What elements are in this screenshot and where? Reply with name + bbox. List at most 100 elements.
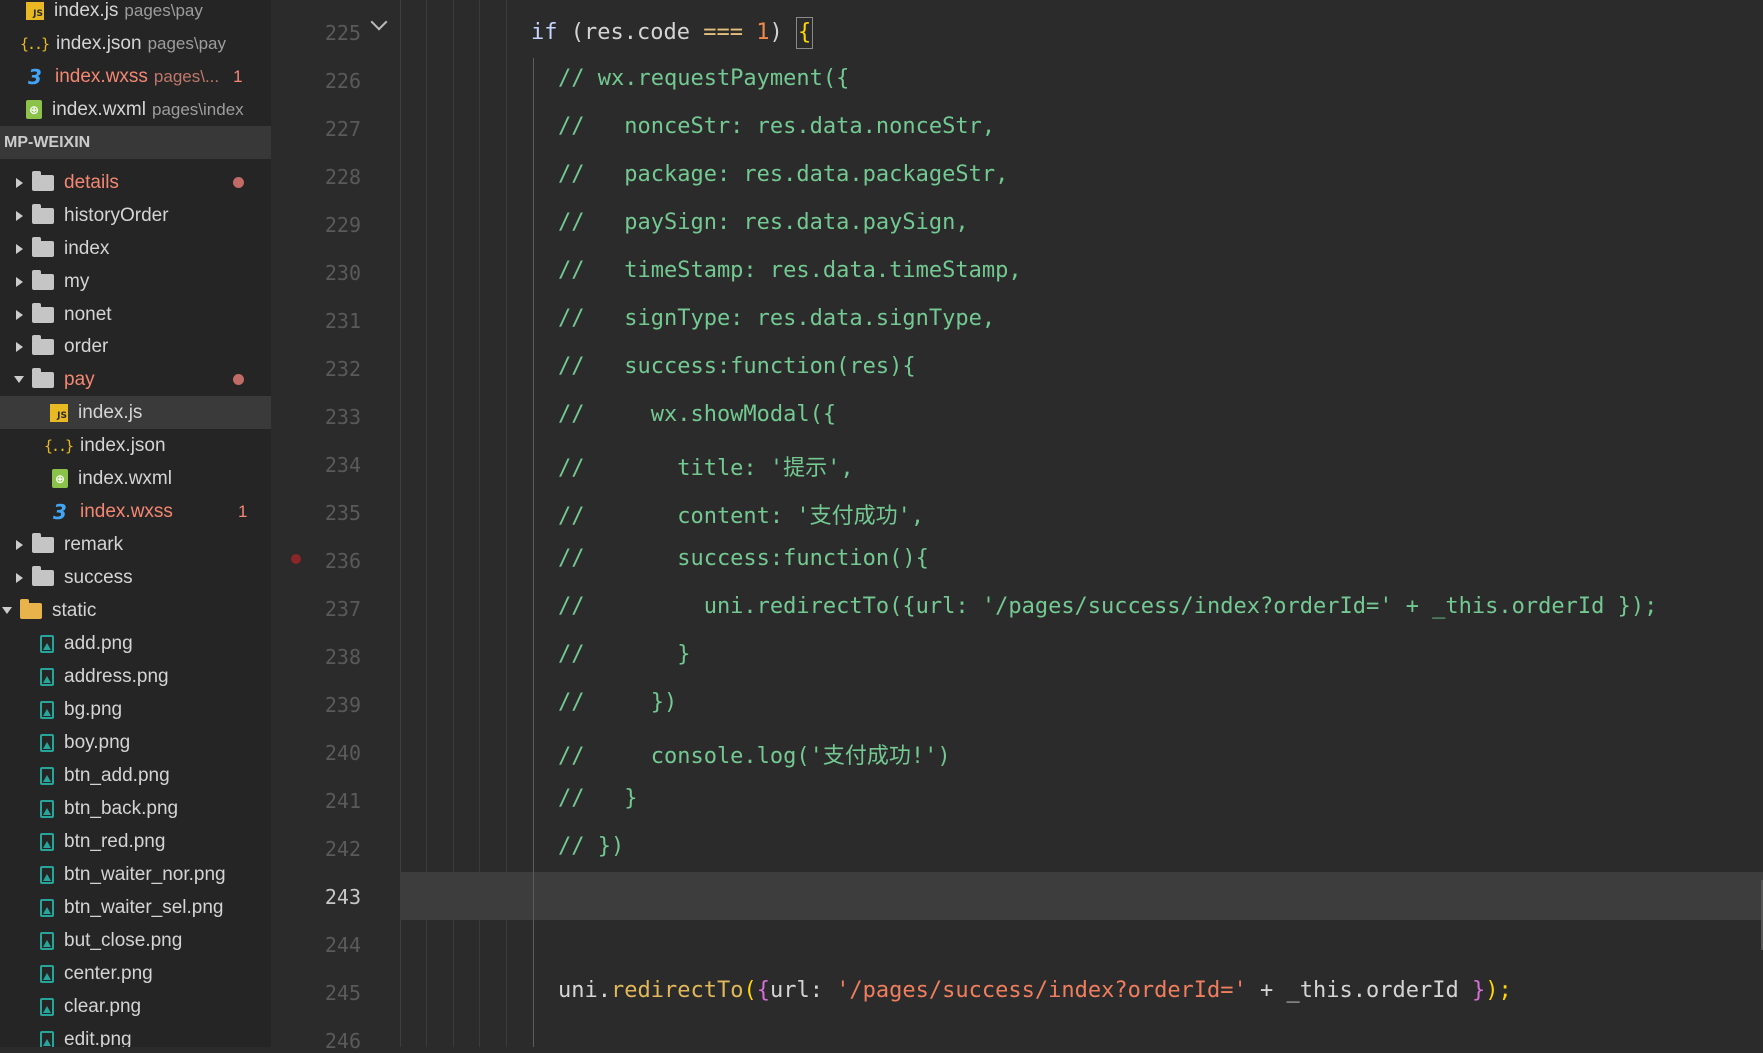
folder-label: success	[64, 566, 133, 588]
file-static[interactable]: address.png	[0, 660, 271, 693]
line-number: 230	[324, 261, 361, 285]
file-static[interactable]: btn_waiter_nor.png	[0, 858, 271, 891]
line-number: 244	[324, 933, 361, 957]
folder-index[interactable]: index	[0, 232, 271, 265]
chevron-down-icon	[14, 376, 24, 383]
line-number: 229	[324, 213, 361, 237]
open-editor-name: index.wxss	[55, 65, 148, 87]
file-pay-index-wxss[interactable]: 3 index.wxss 1	[0, 495, 271, 528]
problem-count-badge: 1	[233, 66, 243, 86]
line-number: 236	[324, 549, 361, 573]
modified-dot	[233, 374, 244, 385]
code-token: .	[597, 978, 611, 1003]
image-file-icon	[40, 898, 54, 917]
js-icon: JS	[50, 403, 68, 422]
open-editor-index-wxml[interactable]: ⊕ index.wxml pages\index	[0, 93, 271, 126]
line-number: 246	[324, 1029, 361, 1053]
file-pay-index-js[interactable]: JS index.js	[0, 396, 271, 429]
json-icon: {..}	[43, 436, 74, 455]
folder-order[interactable]: order	[0, 330, 271, 363]
file-static[interactable]: center.png	[0, 957, 271, 990]
open-editor-desc: pages\pay	[147, 33, 227, 53]
modified-dot	[233, 177, 244, 188]
folder-historyorder[interactable]: historyOrder	[0, 199, 271, 232]
chevron-right-icon	[15, 539, 23, 550]
folder-icon	[32, 532, 54, 553]
open-editor-index-json[interactable]: {..} index.json pages\pay	[0, 27, 271, 60]
explorer-section-header[interactable]: MP-WEIXIN	[0, 126, 271, 159]
image-file-icon	[40, 1030, 54, 1047]
code-comment: // wx.showModal({	[558, 402, 837, 427]
line-number: 225	[324, 21, 361, 45]
code-comment: // success:function(){	[558, 546, 929, 571]
file-static[interactable]: boy.png	[0, 726, 271, 759]
file-pay-index-json[interactable]: {..} index.json	[0, 429, 271, 462]
folder-my[interactable]: my	[0, 265, 271, 298]
folder-static[interactable]: static	[0, 594, 271, 627]
code-comment: // signType: res.data.signType,	[558, 306, 996, 331]
js-icon: JS	[26, 1, 44, 20]
file-label: boy.png	[64, 731, 131, 753]
folder-open-icon	[20, 598, 42, 619]
folder-success[interactable]: success	[0, 561, 271, 594]
open-editor-name: index.json	[56, 32, 142, 54]
folder-label: static	[52, 599, 97, 621]
folder-nonet[interactable]: nonet	[0, 298, 271, 331]
code-comment: // wx.requestPayment({	[558, 66, 850, 91]
chevron-down-icon	[2, 607, 12, 614]
code-bracket: {	[756, 978, 770, 1003]
file-pay-index-wxml[interactable]: ⊕ index.wxml	[0, 462, 271, 495]
folder-label: historyOrder	[64, 204, 169, 226]
folder-icon	[32, 302, 54, 323]
line-number: 238	[324, 645, 361, 669]
line-number: 232	[324, 357, 361, 381]
image-file-icon	[40, 964, 54, 983]
code-comment: // }	[558, 642, 691, 667]
current-line-highlight	[401, 872, 1763, 920]
breakpoint-icon[interactable]	[291, 554, 301, 564]
code-token: )	[769, 20, 796, 45]
file-label: address.png	[64, 665, 169, 687]
folder-pay[interactable]: pay	[0, 363, 271, 396]
file-static[interactable]: clear.png	[0, 990, 271, 1023]
chevron-down-icon[interactable]	[370, 13, 388, 31]
line-number: 228	[324, 165, 361, 189]
wxml-icon: ⊕	[26, 100, 42, 119]
css-icon: 3	[53, 499, 67, 524]
code-operator: ===	[689, 20, 757, 45]
folder-remark[interactable]: remark	[0, 528, 271, 561]
file-label: btn_waiter_sel.png	[64, 896, 224, 918]
code-comment: // })	[558, 834, 625, 859]
explorer-sidebar: JS index.js pages\pay {..} index.json pa…	[0, 0, 271, 1047]
file-static[interactable]: edit.png	[0, 1023, 271, 1047]
code-comment: // package: res.data.packageStr,	[558, 162, 1009, 187]
file-static[interactable]: but_close.png	[0, 924, 271, 957]
chevron-right-icon	[15, 210, 23, 221]
image-file-icon	[40, 865, 54, 884]
file-label: clear.png	[64, 995, 142, 1017]
line-number: 227	[324, 117, 361, 141]
folder-details[interactable]: details	[0, 166, 271, 199]
code-comment: // timeStamp: res.data.timeStamp,	[558, 258, 1022, 283]
code-comment: // }	[558, 786, 638, 811]
line-number-gutter[interactable]: 225 226 227 228 229 230 231 232 233 234 …	[271, 0, 400, 1053]
file-static[interactable]: btn_waiter_sel.png	[0, 891, 271, 924]
open-editor-index-wxss[interactable]: 3 index.wxss pages\... 1	[0, 60, 271, 93]
editor-window: JS index.js pages\pay {..} index.json pa…	[0, 0, 1763, 1053]
folder-label: order	[64, 335, 109, 357]
file-static[interactable]: btn_red.png	[0, 825, 271, 858]
file-static[interactable]: btn_add.png	[0, 759, 271, 792]
matched-brace: {	[795, 17, 814, 49]
keyword-if: if	[531, 20, 558, 45]
folder-label: nonet	[64, 303, 112, 325]
file-label: index.json	[80, 434, 166, 456]
file-static[interactable]: bg.png	[0, 693, 271, 726]
open-editor-index-js[interactable]: JS index.js pages\pay	[0, 0, 271, 27]
folder-label: my	[64, 270, 90, 292]
file-static[interactable]: add.png	[0, 627, 271, 660]
file-static[interactable]: btn_back.png	[0, 792, 271, 825]
code-line-225: if (res.code === 1) {	[531, 17, 814, 49]
folder-label: remark	[64, 533, 124, 555]
open-editor-desc: pages\index	[151, 99, 244, 119]
code-editor[interactable]: if (res.code === 1) { // wx.requestPayme…	[400, 0, 1763, 1047]
